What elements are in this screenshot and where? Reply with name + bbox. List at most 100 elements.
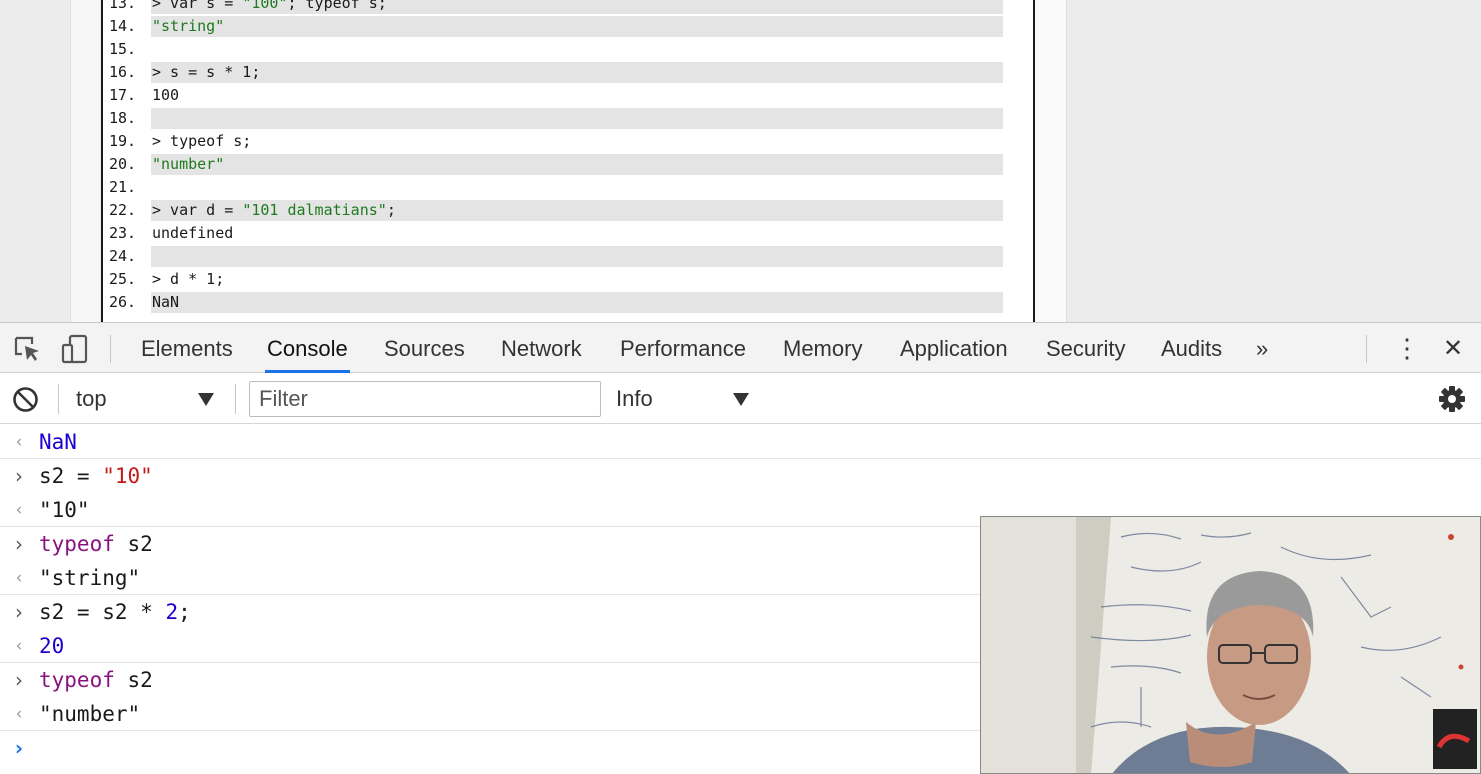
console-text: typeof s2 [39, 663, 153, 697]
context-selector[interactable]: top [76, 374, 107, 424]
console-text: NaN [39, 425, 77, 459]
screen: 13. > var s = "100"; typeof s; 14. "string"… [0, 0, 1481, 774]
code-line-highlight [151, 246, 1003, 267]
console-text: s2 = s2 * 2; [39, 595, 191, 629]
input-chevron-icon: › [15, 668, 23, 692]
prompt-chevron-icon: › [14, 736, 24, 760]
chevron-down-icon[interactable] [733, 393, 749, 406]
code-token: > var s = [152, 0, 243, 12]
code-line-text: "number" [152, 153, 224, 176]
tab-network[interactable]: Network [499, 323, 584, 373]
code-line-highlight [151, 154, 1003, 175]
console-text: typeof s2 [39, 527, 153, 561]
code-line-text: > s = s * 1; [152, 61, 260, 84]
kebab-menu-icon[interactable]: ⋮ [1392, 323, 1422, 373]
code-line: 18. [103, 107, 1033, 130]
console-token: "10" [39, 498, 90, 522]
code-line-highlight [151, 62, 1003, 83]
devtools-tab-bar: Elements Console Sources Network Performance… [0, 323, 1481, 373]
clear-console-icon[interactable] [12, 386, 39, 413]
code-line-text: NaN [152, 291, 179, 314]
result-chevron-icon: ‹ [15, 568, 23, 588]
code-token: "101 dalmatians" [242, 201, 387, 219]
code-token: > d * 1; [152, 270, 225, 288]
tab-performance[interactable]: Performance [618, 323, 748, 373]
input-chevron-icon: › [15, 532, 23, 556]
code-line-number: 16. [109, 63, 137, 81]
console-token: typeof [39, 668, 115, 692]
code-line-number: 23. [109, 224, 137, 242]
tab-sources[interactable]: Sources [382, 323, 467, 373]
result-chevron-icon: ‹ [15, 432, 23, 452]
console-token: s2 [114, 668, 153, 692]
code-line: 24. [103, 245, 1033, 268]
toolbar-divider [58, 384, 59, 414]
code-token: ; [386, 201, 396, 219]
code-line-number: 15. [109, 40, 137, 58]
code-token: "string" [152, 17, 225, 35]
console-text: "number" [39, 697, 140, 731]
code-line-highlight [151, 108, 1003, 129]
code-line: 13. > var s = "100"; typeof s; [103, 0, 1033, 15]
inspect-element-icon[interactable] [12, 334, 42, 364]
code-line: 25. > d * 1; [103, 268, 1033, 291]
code-line-number: 26. [109, 293, 137, 311]
gear-icon[interactable] [1438, 385, 1466, 413]
code-line: 26. NaN [103, 291, 1033, 314]
console-token: "string" [39, 566, 141, 590]
device-toolbar-icon[interactable] [60, 334, 90, 364]
code-line-number: 19. [109, 132, 137, 150]
console-text: s2 = "10" [39, 459, 153, 493]
input-chevron-icon: › [15, 600, 23, 624]
code-line-number: 14. [109, 17, 137, 35]
code-line-text: "string" [152, 15, 224, 38]
console-token: s2 [114, 532, 153, 556]
code-line-number: 21. [109, 178, 137, 196]
tab-audits[interactable]: Audits [1159, 323, 1224, 373]
console-token: "10" [102, 464, 153, 488]
console-text: "string" [39, 561, 140, 595]
code-token: > typeof s; [152, 132, 252, 150]
code-line: 20. "number" [103, 153, 1033, 176]
more-tabs-button[interactable]: » [1254, 323, 1270, 373]
code-token: 100 [152, 86, 180, 104]
input-chevron-icon: › [15, 464, 23, 488]
tab-console[interactable]: Console [265, 323, 350, 373]
chevron-down-icon[interactable] [198, 393, 214, 406]
console-token: typeof [39, 532, 115, 556]
webcam-video [980, 516, 1481, 774]
page-left-gutter [70, 0, 100, 322]
toolbar-divider [110, 335, 111, 363]
code-token: NaN [152, 293, 180, 311]
close-icon[interactable]: ✕ [1441, 323, 1465, 373]
code-line-text: > typeof s; [152, 130, 251, 153]
tab-memory[interactable]: Memory [781, 323, 864, 373]
log-level-selector[interactable]: Info [616, 374, 653, 424]
tab-elements[interactable]: Elements [139, 323, 235, 373]
code-listing-panel: 13. > var s = "100"; typeof s; 14. "string"… [101, 0, 1035, 322]
code-line-number: 24. [109, 247, 137, 265]
tab-security[interactable]: Security [1044, 323, 1127, 373]
code-line-text: 100 [152, 84, 179, 107]
console-token: s2 = [39, 464, 103, 488]
console-token: s2 = s2 * [39, 600, 166, 624]
code-line: 19. > typeof s; [103, 130, 1033, 153]
console-token: 20 [39, 634, 65, 658]
result-chevron-icon: ‹ [15, 636, 23, 656]
code-line-text: undefined [152, 222, 233, 245]
console-toolbar: top Info [0, 374, 1481, 424]
code-token: undefined [152, 224, 234, 242]
code-line: 23. undefined [103, 222, 1033, 245]
code-line: 21. [103, 176, 1033, 199]
toolbar-divider [1366, 335, 1367, 363]
code-token: > s = s * 1; [152, 63, 261, 81]
page-viewport: 13. > var s = "100"; typeof s; 14. "string"… [0, 0, 1481, 322]
filter-input[interactable] [249, 381, 601, 417]
console-token: ; [178, 600, 191, 624]
result-chevron-icon: ‹ [15, 704, 23, 724]
console-result-row: ‹ NaN [0, 425, 1481, 459]
code-line-number: 13. [109, 0, 137, 12]
tab-application[interactable]: Application [898, 323, 1010, 373]
toolbar-divider [235, 384, 236, 414]
code-line: 17. 100 [103, 84, 1033, 107]
